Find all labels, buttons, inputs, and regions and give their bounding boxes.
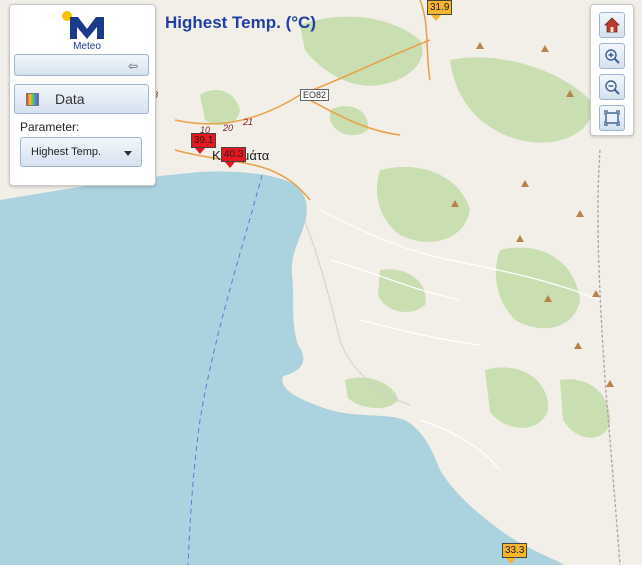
- marker-pointer: [431, 15, 441, 21]
- map-title: Highest Temp. (°C): [165, 13, 316, 32]
- temperature-marker[interactable]: 31.9: [427, 0, 453, 21]
- arrow-left-icon: ⇦: [127, 59, 138, 73]
- marker-pointer: [225, 162, 235, 168]
- full-extent-button[interactable]: [599, 105, 625, 131]
- full-extent-icon: [604, 110, 620, 126]
- road-number: 21: [243, 117, 254, 127]
- marker-pointer: [195, 148, 205, 154]
- zoom-in-button[interactable]: [599, 43, 625, 69]
- zoom-out-icon: [605, 80, 620, 95]
- control-panel: Meteo ⇦ Data Parameter: Highest Temp.: [9, 4, 156, 186]
- marker-value: 40.3: [221, 147, 247, 162]
- map-toolbar: [590, 4, 634, 136]
- road-number: 20: [223, 123, 234, 133]
- collapse-panel-button[interactable]: ⇦: [14, 54, 149, 76]
- meteo-logo: Meteo: [62, 11, 112, 52]
- parameter-label: Parameter:: [20, 120, 80, 134]
- parameter-select-value: Highest Temp.: [31, 146, 102, 158]
- temperature-marker[interactable]: 33.3: [502, 543, 528, 564]
- logo-text: Meteo: [73, 41, 101, 52]
- zoom-out-button[interactable]: [599, 74, 625, 100]
- road-shield-eo82: EO82: [300, 89, 330, 101]
- marker-value: 33.3: [502, 543, 528, 558]
- marker-pointer: [506, 558, 516, 564]
- marker-value: 39.1: [191, 133, 217, 148]
- parameter-select[interactable]: Highest Temp.: [20, 137, 142, 167]
- data-button[interactable]: Data: [14, 84, 149, 114]
- temperature-marker[interactable]: 39.1: [191, 133, 217, 154]
- color-scale-icon: [26, 93, 39, 106]
- home-icon: [604, 17, 620, 33]
- meteo-logo-icon: [62, 11, 104, 39]
- chevron-down-icon: [124, 151, 132, 156]
- zoom-in-icon: [605, 49, 620, 64]
- home-button[interactable]: [599, 12, 625, 38]
- marker-value: 31.9: [427, 0, 453, 15]
- data-button-label: Data: [55, 91, 85, 107]
- temperature-marker[interactable]: 40.3: [221, 147, 247, 168]
